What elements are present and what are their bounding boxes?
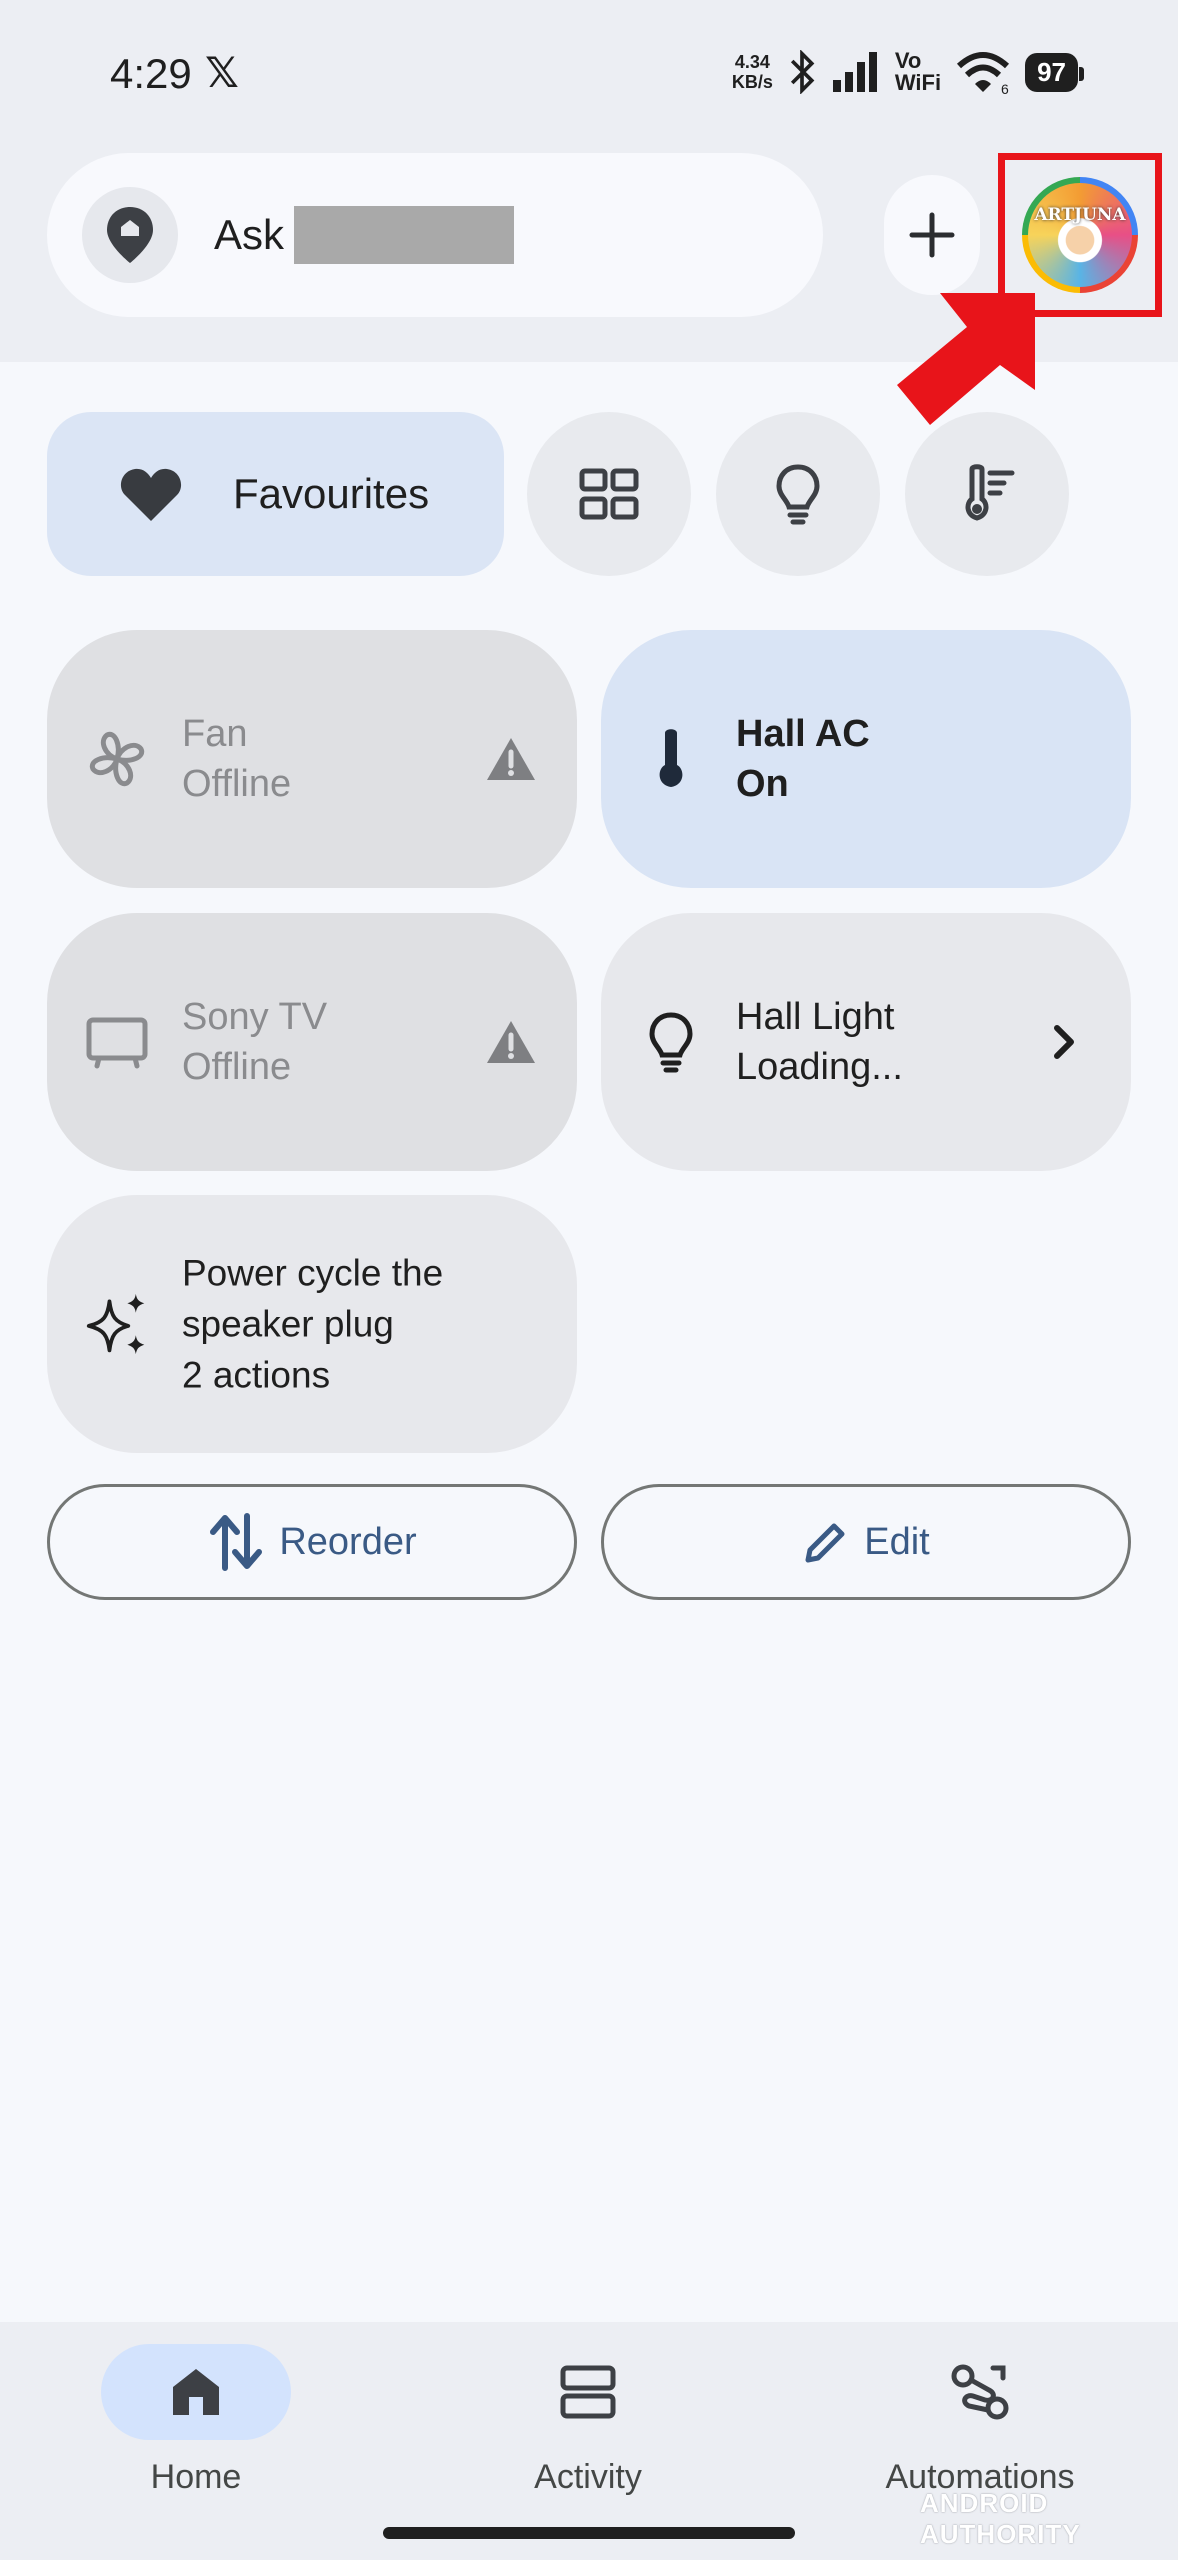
account-avatar[interactable]: ARTJUNA [1022,177,1138,293]
device-tile-hall-light[interactable]: Hall Light Loading... [601,913,1131,1171]
automation-tile[interactable]: Power cycle the speaker plug 2 actions [47,1195,577,1453]
nav-label-activity: Activity [534,2458,642,2496]
device-name: Sony TV [182,996,328,1038]
warning-icon [483,1014,539,1070]
wifi-version: 6 [1001,81,1009,94]
add-button[interactable] [884,175,980,295]
tv-icon [85,1010,149,1074]
search-bar[interactable]: Ask [47,153,823,317]
redacted-text [294,206,515,264]
device-status: On [736,763,789,805]
device-status: Loading... [736,1046,903,1088]
lights-chip[interactable] [716,412,880,576]
wifi-icon: 6 [957,52,1010,94]
automations-icon [951,2364,1009,2420]
reorder-icon [210,1513,263,1571]
network-speed: 4.34 KB/s [732,52,773,92]
device-name: Hall AC [736,713,870,755]
device-tile-hall-ac[interactable]: Hall AC On [601,630,1131,888]
thermometer-icon [639,727,703,791]
status-time: 4:29 [110,50,192,97]
device-tile-sony-tv[interactable]: Sony TV Offline [47,913,577,1171]
gesture-home-indicator[interactable] [383,2527,795,2539]
home-select-button[interactable] [82,187,178,283]
automation-actions-count: 2 actions [182,1354,331,1396]
nav-pill-home [101,2344,291,2440]
red-arrow-pointer [897,293,1035,425]
automation-title-line2: speaker plug [182,1303,394,1345]
climate-chip[interactable] [905,412,1069,576]
reorder-label: Reorder [279,1520,417,1563]
home-location-icon [107,207,153,263]
plus-icon [909,212,955,258]
vowifi-indicator: Vo WiFi [895,50,941,94]
nav-item-automations[interactable]: Automations [830,2344,1130,2497]
lightbulb-icon [639,1010,703,1074]
avatar-image: ARTJUNA [1028,183,1132,287]
battery-indicator: 97 [1025,52,1084,92]
lightbulb-icon [776,464,820,525]
status-bar: 4:29 𝕏 4.34 KB/s Vo WiFi 6 97 [0,0,1178,150]
pencil-icon [805,1523,845,1563]
device-status: Offline [182,763,292,805]
x-app-icon: 𝕏 [205,49,239,96]
favourites-chip[interactable]: Favourites [47,412,504,576]
device-status: Offline [182,1046,292,1088]
device-tile-fan[interactable]: Fan Offline [47,630,577,888]
nav-pill-automations [885,2344,1075,2440]
signal-icon [832,52,877,92]
nav-item-activity[interactable]: Activity [438,2344,738,2497]
watermark: ANDROID AUTHORITY [920,2488,1081,2549]
edit-button[interactable]: Edit [601,1484,1131,1600]
network-speed-value: 4.34 [734,52,770,72]
all-devices-chip[interactable] [527,412,691,576]
chevron-right-icon[interactable] [1037,1014,1093,1070]
device-name: Fan [182,713,248,755]
automation-title-line1: Power cycle the [182,1252,444,1294]
heart-icon [120,468,182,521]
status-icons: 4.34 KB/s Vo WiFi 6 97 [732,50,1084,94]
bluetooth-icon [790,50,815,94]
nav-pill-activity [493,2344,683,2440]
ask-label: Ask [214,211,285,258]
vowifi-wifi: WiFi [894,70,942,95]
network-speed-unit: KB/s [731,72,773,92]
device-name: Hall Light [736,996,895,1038]
nav-label-home: Home [150,2458,242,2496]
edit-label: Edit [864,1520,930,1563]
favourites-label: Favourites [233,470,430,517]
sparkle-icon [85,1292,149,1356]
avatar-logo-text: ARTJUNA [1034,205,1126,225]
nav-item-home[interactable]: Home [46,2344,346,2497]
activity-icon [560,2365,616,2419]
grid-icon [579,468,639,520]
vowifi-vo: Vo [894,48,922,73]
thermostat-icon [965,464,1015,521]
warning-icon [483,731,539,787]
home-icon [173,2369,219,2415]
reorder-button[interactable]: Reorder [47,1484,577,1600]
fan-icon [85,727,149,791]
